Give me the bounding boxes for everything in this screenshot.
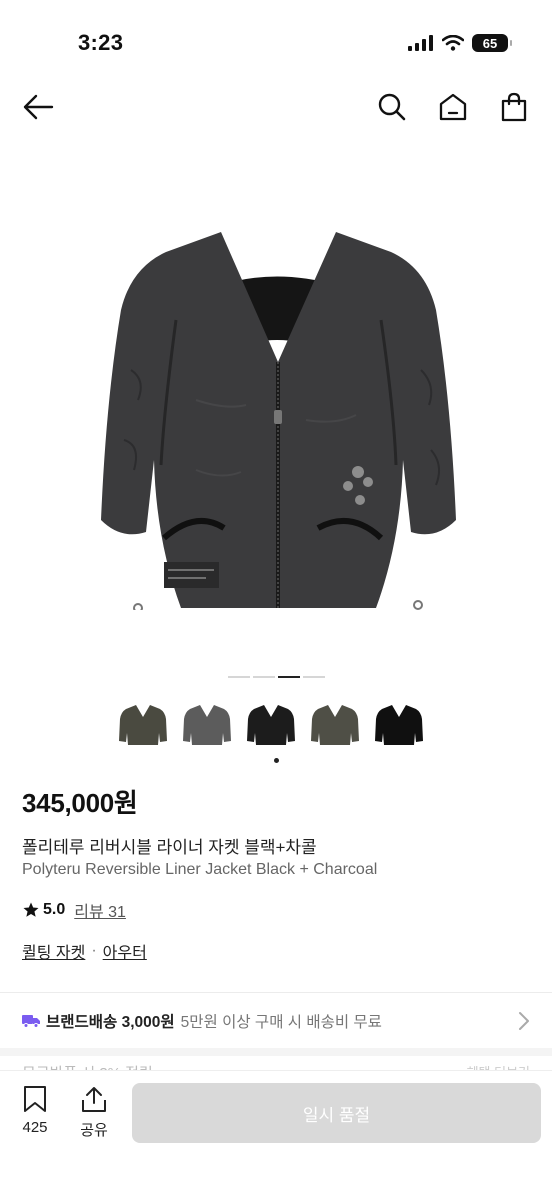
pager-dot[interactable] <box>253 676 275 678</box>
pager-dot[interactable] <box>228 676 250 678</box>
thumbnail-3[interactable] <box>246 698 296 752</box>
jacket-thumb-olive <box>119 705 167 745</box>
category-link-quilted[interactable]: 퀼팅 자켓 <box>22 939 85 963</box>
category-separator: · <box>91 942 97 959</box>
home-icon <box>439 93 467 121</box>
thumbnail-2[interactable] <box>182 698 232 752</box>
status-icons: 65 <box>408 34 512 52</box>
product-price: 345,000원 <box>22 788 138 818</box>
shopping-bag-icon <box>501 92 527 122</box>
share-button[interactable]: 공유 <box>80 1085 108 1140</box>
section-gap <box>0 1048 552 1056</box>
signal-icon <box>408 35 433 51</box>
shipping-row[interactable]: 브랜드배송 3,000원 5만원 이상 구매 시 배송비 무료 <box>22 1010 382 1032</box>
search-button[interactable] <box>374 89 410 125</box>
arrow-left-icon <box>23 94 54 120</box>
jacket-thumb-black-2 <box>375 705 423 745</box>
shipping-fee: 브랜드배송 3,000원 <box>46 1014 175 1031</box>
product-title-en: Polyteru Reversible Liner Jacket Black +… <box>22 861 378 878</box>
thumbnail-strip <box>118 698 424 752</box>
review-link[interactable]: 리뷰 31 <box>74 898 126 922</box>
share-icon <box>82 1087 106 1112</box>
thumbnail-5[interactable] <box>374 698 424 752</box>
truck-icon <box>22 1015 40 1028</box>
wifi-icon <box>442 35 464 51</box>
battery-level: 65 <box>482 35 498 51</box>
rating-row: 5.0 리뷰 31 <box>22 898 126 922</box>
pager-dot-active[interactable] <box>278 676 300 678</box>
back-button[interactable] <box>20 89 56 125</box>
home-button[interactable] <box>435 89 471 125</box>
bottom-action-bar: 425 공유 일시 품절 <box>0 1070 552 1201</box>
share-label: 공유 <box>80 1122 108 1139</box>
sold-out-button[interactable]: 일시 품절 <box>132 1083 541 1143</box>
section-divider <box>0 992 552 993</box>
jacket-thumb-black <box>247 705 295 745</box>
pager-dot[interactable] <box>303 676 325 678</box>
like-button[interactable]: 425 <box>22 1085 48 1136</box>
rating-score: 5.0 <box>43 901 66 918</box>
thumbnail-1[interactable] <box>118 698 168 752</box>
category-row: 퀼팅 자켓 · 아우터 <box>22 939 147 963</box>
category-link-outer[interactable]: 아우터 <box>103 939 147 963</box>
shipping-note: 5만원 이상 구매 시 배송비 무료 <box>180 1014 382 1031</box>
bookmark-icon <box>24 1086 46 1112</box>
shipping-chevron[interactable] <box>518 1011 530 1036</box>
jacket-image <box>101 232 456 610</box>
jacket-thumb-olive-2 <box>311 705 359 745</box>
product-image[interactable] <box>0 150 552 670</box>
chevron-right-icon <box>519 1012 529 1030</box>
like-count: 425 <box>22 1119 48 1136</box>
image-pager <box>228 676 325 678</box>
battery-indicator: 65 <box>472 34 512 52</box>
thumbnail-selected-indicator <box>274 758 279 763</box>
status-time: 3:23 <box>78 30 124 55</box>
thumbnail-4[interactable] <box>310 698 360 752</box>
star-icon <box>23 902 39 917</box>
product-title-ko: 폴리테루 리버시블 라이너 자켓 블랙+차콜 <box>22 838 317 857</box>
jacket-thumb-gray <box>183 705 231 745</box>
cart-button[interactable] <box>496 89 532 125</box>
search-icon <box>378 93 406 121</box>
